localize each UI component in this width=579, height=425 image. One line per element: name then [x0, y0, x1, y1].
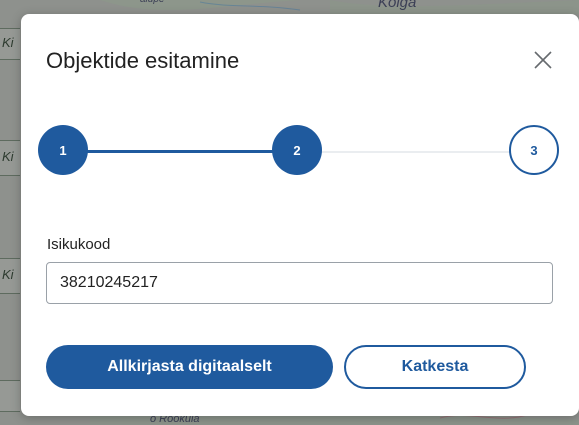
progress-stepper: 1 2 3 [21, 14, 579, 214]
personal-code-label: Isikukood [47, 236, 111, 253]
map-side-panel: Ki [0, 258, 20, 294]
map-side-panel [0, 380, 20, 412]
step-2: 2 [272, 125, 322, 175]
step-3: 3 [509, 125, 559, 175]
cancel-button[interactable]: Katkesta [344, 345, 526, 389]
map-side-label: Ki [2, 35, 14, 50]
step-connector-incomplete [321, 151, 531, 153]
map-side-panel: Ki [0, 140, 20, 176]
sign-digitally-button[interactable]: Allkirjasta digitaalselt [46, 345, 333, 389]
step-1: 1 [38, 125, 88, 175]
step-connector-complete [73, 150, 301, 153]
map-label-kolga: Kolga [378, 0, 417, 11]
map-side-panel: Ki [0, 28, 20, 60]
map-label-fragment: alupe [140, 0, 164, 5]
map-side-label: Ki [2, 267, 14, 282]
personal-code-input[interactable] [46, 262, 553, 304]
map-side-label: Ki [2, 149, 14, 164]
signing-dialog: Objektide esitamine 1 2 3 Isikukood Allk… [21, 14, 579, 416]
